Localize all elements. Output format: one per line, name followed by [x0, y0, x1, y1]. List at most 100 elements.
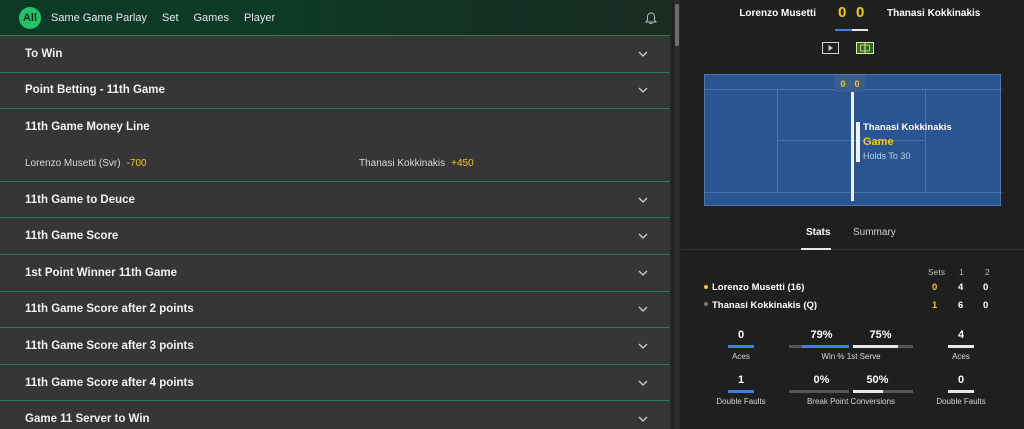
stat-bars — [788, 390, 914, 393]
selection-odds: +450 — [451, 158, 474, 170]
filter-all-pill[interactable]: All — [19, 6, 41, 29]
market-title: 11th Game Score — [25, 230, 119, 243]
selection-odds: -700 — [126, 157, 147, 169]
selection-kokkinakis[interactable]: Thanasi Kokkinakis +450 — [359, 146, 474, 182]
market-row-game-score[interactable]: 11th Game Score — [0, 218, 670, 255]
stat-break-points: 0% 50% Break Point Conversions — [788, 374, 914, 406]
bell-icon[interactable] — [642, 9, 660, 27]
stat-label: Double Faults — [716, 397, 766, 406]
sets-player1-sets: 0 — [932, 282, 938, 293]
stat-bar-track-p2 — [853, 390, 913, 393]
chevron-down-icon — [638, 380, 648, 386]
market-row-score-after-4[interactable]: 11th Game Score after 4 points — [0, 364, 670, 402]
stat-value-p2: 75% — [869, 329, 892, 341]
filter-player[interactable]: Player — [244, 12, 275, 24]
chevron-down-icon — [638, 270, 648, 276]
stat-bar-fill-p1 — [802, 345, 849, 348]
sets-header: Sets — [928, 267, 946, 277]
point-score-p1: 0 — [840, 78, 846, 89]
market-row-server-to-win[interactable]: Game 11 Server to Win — [0, 401, 670, 429]
stat-value-p1: 0% — [813, 374, 830, 386]
tab-active-indicator — [801, 248, 831, 250]
sets-player1-name: Lorenzo Musetti (16) — [712, 282, 805, 293]
chevron-down-icon — [638, 233, 648, 240]
court-net — [851, 91, 854, 201]
market-row-money-line: 11th Game Money Line — [0, 109, 670, 146]
money-line-selections: Lorenzo Musetti (Svr) -700 Thanasi Kokkin… — [0, 146, 670, 182]
market-title: 11th Game Money Line — [25, 121, 150, 134]
scrollbar-thumb[interactable] — [675, 4, 679, 46]
video-play-icon[interactable] — [821, 41, 839, 54]
filter-games[interactable]: Games — [194, 12, 229, 24]
stat-bar-track-p1 — [789, 390, 849, 393]
stat-double-faults-p2: 0 Double Faults — [931, 374, 991, 406]
tennis-court: 0 0 Thanasi Kokkinakis Game Holds To 30 — [704, 74, 1002, 206]
stat-label: Aces — [732, 352, 750, 361]
sets-player2-set1: 6 — [958, 300, 964, 311]
stat-value-p1: 79% — [810, 329, 833, 341]
scoreboard-header: Lorenzo Musetti 0 0 Thanasi Kokkinakis — [681, 0, 1024, 32]
sets-player2-set2: 0 — [983, 300, 989, 311]
selection-name: Lorenzo Musetti (Svr) — [25, 157, 121, 169]
player2-name: Thanasi Kokkinakis — [887, 8, 981, 19]
stat-bar — [728, 345, 754, 348]
set1-header: 1 — [959, 267, 964, 277]
stat-bar — [948, 390, 974, 393]
stat-bar-track-p1 — [789, 345, 849, 348]
score-underline-p2 — [852, 29, 868, 31]
stat-aces-p1: 0 Aces — [711, 329, 771, 361]
scrollbar-track[interactable] — [674, 0, 680, 429]
chevron-down-icon — [638, 87, 648, 94]
stat-bar-track-p2 — [853, 345, 913, 348]
point-score-p2: 0 — [854, 78, 860, 89]
market-row-to-deuce[interactable]: 11th Game to Deuce — [0, 181, 670, 219]
stat-bars — [788, 345, 914, 348]
market-row-to-win[interactable]: To Win — [0, 36, 670, 73]
stat-label: Win % 1st Serve — [821, 352, 881, 361]
chevron-down-icon — [638, 197, 648, 203]
filter-set[interactable]: Set — [162, 12, 179, 24]
market-row-first-point-winner[interactable]: 1st Point Winner 11th Game — [0, 254, 670, 292]
market-title: 1st Point Winner 11th Game — [25, 266, 177, 279]
market-row-point-betting[interactable]: Point Betting - 11th Game — [0, 72, 670, 110]
chevron-down-icon — [638, 51, 648, 57]
sets-player1-set1: 4 — [958, 282, 964, 293]
stat-bar-fill-p2 — [853, 345, 898, 348]
markets-panel: All Same Game Parlay Set Games Player To… — [0, 0, 672, 429]
point-score-box: 0 0 — [835, 75, 865, 92]
stat-label: Aces — [952, 352, 970, 361]
chevron-down-icon — [638, 343, 648, 349]
stat-values: 0% 50% — [788, 374, 914, 386]
tab-summary[interactable]: Summary — [853, 227, 896, 238]
filter-same-game-parlay[interactable]: Same Game Parlay — [51, 12, 147, 24]
event-type: Game — [863, 136, 894, 148]
market-title: Game 11 Server to Win — [25, 413, 150, 426]
court-view-icon[interactable] — [856, 41, 874, 54]
stat-values: 79% 75% — [788, 329, 914, 341]
selection-name: Thanasi Kokkinakis — [359, 158, 446, 170]
market-row-score-after-2[interactable]: 11th Game Score after 2 points — [0, 291, 670, 329]
market-title: 11th Game Score after 2 points — [25, 303, 194, 316]
market-title: Point Betting - 11th Game — [25, 84, 165, 97]
stat-value: 1 — [737, 374, 745, 386]
stat-aces-p2: 4 Aces — [931, 329, 991, 361]
set2-header: 2 — [985, 267, 990, 277]
stat-double-faults-p1: 1 Double Faults — [711, 374, 771, 406]
player1-name: Lorenzo Musetti — [739, 8, 816, 19]
tab-stats[interactable]: Stats — [806, 227, 830, 238]
market-title: 11th Game Score after 3 points — [25, 339, 194, 352]
sets-player2-name: Thanasi Kokkinakis (Q) — [712, 300, 818, 311]
non-serving-indicator — [704, 302, 708, 306]
court-event-info: Thanasi Kokkinakis Game Holds To 30 — [863, 122, 952, 161]
stat-label: Break Point Conversions — [806, 397, 896, 406]
stat-bar — [948, 345, 974, 348]
serving-indicator — [704, 285, 708, 289]
stat-value: 0 — [957, 374, 965, 386]
stats-tabs: Stats Summary — [681, 216, 1024, 250]
player1-score: 0 — [838, 4, 847, 21]
selection-musetti[interactable]: Lorenzo Musetti (Svr) -700 — [25, 158, 147, 169]
view-toggle-group — [821, 41, 874, 54]
market-row-score-after-3[interactable]: 11th Game Score after 3 points — [0, 328, 670, 365]
market-filter-nav: All Same Game Parlay Set Games Player — [0, 0, 670, 36]
stat-bar-fill-p2 — [853, 390, 883, 393]
